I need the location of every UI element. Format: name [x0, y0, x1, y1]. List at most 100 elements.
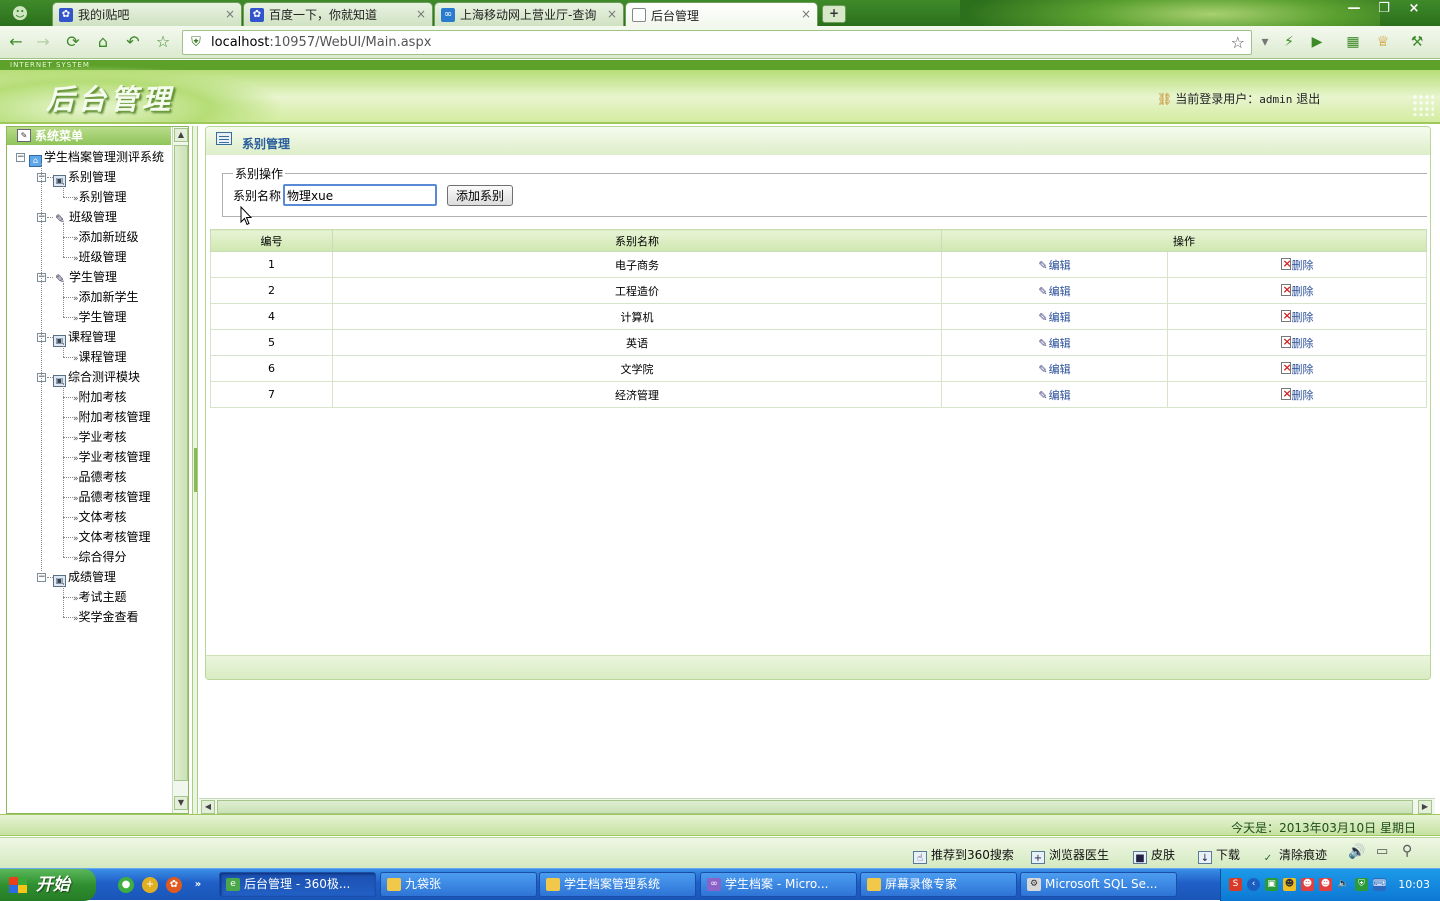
dropdown-arrow-icon[interactable]: ▾ [1254, 32, 1276, 52]
qq-icon[interactable]: ☻ [1283, 878, 1296, 891]
delete-link[interactable]: 删除 [1167, 355, 1427, 382]
logout-link[interactable]: 退出 [1296, 92, 1320, 106]
quicklaunch-security-icon[interactable]: + [142, 877, 158, 893]
url-text[interactable]: localhost:10957/WebUI/Main.aspx [211, 35, 431, 50]
start-button[interactable]: 开始 [0, 869, 96, 901]
tray-expand-icon[interactable]: ‹ [1247, 878, 1260, 891]
sidebar-scrollbar[interactable]: ▲ ▼ [172, 127, 188, 813]
recommend-360-button[interactable]: ☝ 推荐到360搜索 [913, 846, 1014, 864]
scroll-left-icon[interactable]: ◀ [201, 800, 215, 814]
edit-link[interactable]: ✎编辑 [941, 329, 1168, 356]
tab-close-icon[interactable]: × [607, 7, 617, 21]
tab-close-icon[interactable]: × [416, 7, 426, 21]
sidebar-item[interactable]: »奖学金查看 [7, 607, 139, 627]
wrench-icon[interactable]: ⚒ [1406, 32, 1428, 52]
sidebar-item[interactable]: »学生管理 [7, 307, 127, 327]
sidebar-item[interactable]: »班级管理 [7, 247, 127, 267]
sidebar-item[interactable]: »添加新学生 [7, 287, 139, 307]
sidebar-item[interactable]: »添加新班级 [7, 227, 139, 247]
edit-link[interactable]: ✎编辑 [941, 355, 1168, 382]
sidebar-item[interactable]: »学业考核管理 [7, 447, 151, 467]
task-student-archive[interactable]: ∞ 学生档案 - Micro... [700, 872, 857, 897]
sidebar-item[interactable]: »课程管理 [7, 347, 127, 367]
shield-360-icon[interactable]: ⛨ [1355, 878, 1368, 891]
forward-arrow-icon[interactable]: → [32, 32, 54, 52]
edit-link[interactable]: ✎编辑 [941, 303, 1168, 330]
tab-china-mobile[interactable]: ∞ 上海移动网上营业厅-查询 × [434, 2, 624, 26]
edit-link[interactable]: ✎编辑 [941, 251, 1168, 278]
refresh-icon[interactable]: ⟳ [62, 32, 84, 52]
edit-link[interactable]: ✎编辑 [941, 277, 1168, 304]
main-horizontal-scrollbar[interactable]: ◀ ▶ [199, 798, 1435, 814]
sidebar-group-0[interactable]: − ▣ 系别管理 [7, 167, 116, 187]
tab-close-icon[interactable]: × [801, 7, 811, 21]
sidebar-item[interactable]: »品德考核 [7, 467, 127, 487]
delete-link[interactable]: 删除 [1167, 381, 1427, 408]
user-avatar-icon[interactable]: ☻ [6, 3, 34, 23]
play-icon[interactable]: ▶ [1306, 32, 1328, 52]
sidebar-group-5[interactable]: − ▣ 成绩管理 [7, 567, 116, 587]
department-name-input[interactable] [283, 184, 437, 206]
undo-icon[interactable]: ↶ [122, 32, 144, 52]
quicklaunch-360-icon[interactable]: ● [118, 877, 134, 893]
home-icon[interactable]: ⌂ [92, 32, 114, 52]
tree-root-item[interactable]: − ⌂ 学生档案管理测评系统 [7, 147, 164, 167]
minimize-icon[interactable]: — [1340, 0, 1368, 20]
tab-admin[interactable]: 后台管理 × [625, 2, 818, 26]
lightning-icon[interactable]: ⚡ [1278, 32, 1300, 52]
restore-icon[interactable]: ❐ [1370, 0, 1398, 20]
task-admin-browser[interactable]: e 后台管理 - 360极... [219, 872, 376, 897]
delete-link[interactable]: 删除 [1167, 277, 1427, 304]
scroll-up-icon[interactable]: ▲ [174, 128, 188, 142]
col-id[interactable]: 编号 [210, 229, 333, 252]
collapse-icon[interactable]: − [37, 573, 46, 582]
sogou-input-icon[interactable]: S [1229, 878, 1242, 891]
crown-icon[interactable]: ♕ [1372, 32, 1394, 52]
favorites-star-icon[interactable]: ☆ [152, 32, 174, 52]
delete-link[interactable]: 删除 [1167, 329, 1427, 356]
tab-tieba[interactable]: ✿ 我的i贴吧 × [52, 2, 242, 26]
qq-red-icon[interactable]: ☻ [1301, 878, 1314, 891]
skin-button[interactable]: ■ 皮肤 [1133, 846, 1175, 864]
add-department-button[interactable]: 添加系别 [447, 185, 513, 206]
address-bar[interactable]: ⛨ localhost:10957/WebUI/Main.aspx ☆ [182, 30, 1252, 55]
browser-doctor-button[interactable]: + 浏览器医生 [1031, 846, 1109, 864]
sidebar-item[interactable]: »附加考核管理 [7, 407, 151, 427]
apps-icon[interactable]: ▦ [1342, 32, 1364, 52]
close-window-icon[interactable]: × [1400, 0, 1428, 20]
scroll-thumb[interactable] [174, 145, 188, 781]
sidebar-group-4[interactable]: − ▣ 综合测评模块 [7, 367, 140, 387]
sidebar-item[interactable]: »附加考核 [7, 387, 127, 407]
col-name[interactable]: 系别名称 [332, 229, 942, 252]
bookmark-star-icon[interactable]: ☆ [1231, 33, 1245, 52]
edit-link[interactable]: ✎编辑 [941, 381, 1168, 408]
scroll-down-icon[interactable]: ▼ [174, 796, 188, 810]
download-button[interactable]: ↓ 下载 [1198, 846, 1240, 864]
frame-splitter[interactable] [192, 126, 198, 814]
splitter-grip[interactable] [194, 448, 197, 492]
quicklaunch-more-icon[interactable]: » [190, 877, 206, 893]
sidebar-group-2[interactable]: − ✎ 学生管理 [7, 267, 117, 287]
collapse-icon[interactable]: − [16, 153, 25, 162]
quicklaunch-browser-icon[interactable]: ✿ [166, 877, 182, 893]
task-sql-server[interactable]: ⚙ Microsoft SQL Se... [1020, 872, 1177, 897]
screen-icon[interactable]: ▭ [1376, 844, 1388, 859]
sidebar-item[interactable]: »综合得分 [7, 547, 127, 567]
sound-icon[interactable]: 🔈 [1337, 878, 1350, 891]
volume-icon[interactable]: 🔊 [1348, 844, 1365, 860]
task-student-system[interactable]: 学生档案管理系统 [539, 872, 696, 897]
sidebar-item[interactable]: »系别管理 [7, 187, 127, 207]
sidebar-group-3[interactable]: − ▣ 课程管理 [7, 327, 116, 347]
sidebar-item[interactable]: »品德考核管理 [7, 487, 151, 507]
scroll-right-icon[interactable]: ▶ [1418, 800, 1432, 814]
sidebar-item[interactable]: »考试主题 [7, 587, 127, 607]
clear-traces-button[interactable]: ✓ 清除痕迹 [1261, 846, 1327, 865]
tab-baidu[interactable]: ✿ 百度一下，你就知道 × [243, 2, 433, 26]
scroll-thumb[interactable] [217, 800, 1413, 814]
task-jiudaizhang[interactable]: 九袋张 [380, 872, 537, 897]
network-icon[interactable]: ▣ [1265, 878, 1278, 891]
sidebar-item[interactable]: »文体考核管理 [7, 527, 151, 547]
back-arrow-icon[interactable]: ← [5, 32, 27, 52]
sidebar-item[interactable]: »学业考核 [7, 427, 127, 447]
sidebar-group-1[interactable]: − ✎ 班级管理 [7, 207, 117, 227]
